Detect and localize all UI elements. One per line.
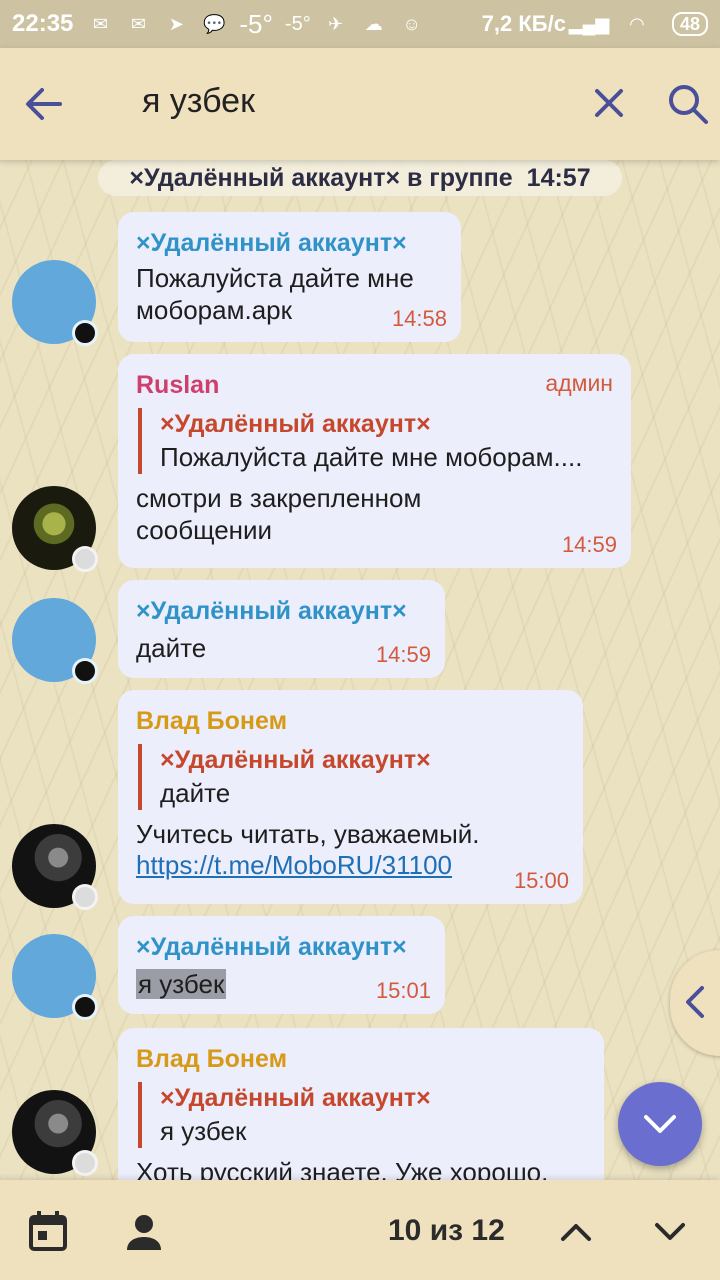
message-sender: ×Удалённый аккаунт×	[136, 933, 407, 961]
admin-badge: админ	[545, 370, 613, 396]
search-navigation-bar: 10 из 12	[0, 1180, 720, 1280]
mail-icon: ✉	[92, 13, 108, 34]
wifi-icon: ◠	[629, 13, 645, 34]
bird-icon: ✈	[328, 13, 344, 34]
message-sender: Влад Бонем	[136, 1045, 288, 1073]
person-icon[interactable]	[124, 1212, 164, 1252]
side-panel-handle[interactable]	[670, 950, 720, 1056]
reply-quote[interactable]: ×Удалённый аккаунт× я узбек	[138, 1082, 586, 1148]
quote-sender: ×Удалённый аккаунт×	[160, 410, 431, 438]
quote-text: Пожалуйста дайте мне моборам....	[160, 442, 583, 472]
avatar[interactable]	[12, 260, 98, 346]
status-dot	[72, 320, 98, 346]
message-time: 14:58	[391, 306, 447, 331]
telegram-icon: ➤	[168, 13, 184, 34]
message-sender: Ruslan	[136, 371, 220, 399]
signal-icon: ▂▄▆	[568, 13, 610, 34]
chevron-down-icon	[644, 1115, 676, 1133]
message-time: 14:59	[561, 532, 617, 557]
back-arrow-icon[interactable]	[22, 82, 66, 126]
avatar[interactable]	[12, 598, 98, 684]
message-time: 15:01	[375, 978, 431, 1003]
chevron-down-icon[interactable]	[652, 1214, 688, 1250]
message-bubble[interactable]: Влад Бонем ×Удалённый аккаунт× дайте Учи…	[118, 690, 583, 904]
chevron-up-icon[interactable]	[558, 1214, 594, 1250]
message-link[interactable]: https://t.me/MoboRU/31100	[136, 850, 452, 880]
message-text: Хоть русский знаете. Уже хорошо.	[136, 1157, 549, 1180]
network-speed: 7,2 КБ/с	[481, 11, 566, 36]
reply-quote[interactable]: ×Удалённый аккаунт× дайте	[138, 744, 565, 810]
mail-open-icon: ✉	[130, 13, 146, 34]
status-dot	[72, 546, 98, 572]
search-result-counter: 10 из 12	[388, 1214, 505, 1247]
status-bar: 22:35 ✉ ✉ ➤ 💬 -5° -5° ✈ ☁ ☺ 7,2 КБ/с ▂▄▆…	[0, 0, 720, 48]
message-text-line: смотри в закрепленном	[136, 483, 422, 513]
message-text-line: Пожалуйста дайте мне	[136, 263, 414, 293]
scroll-down-button[interactable]	[618, 1082, 702, 1166]
message-time: 14:59	[375, 642, 431, 667]
chat-bubble-icon: 💬	[203, 13, 226, 34]
assistant-icon: ☺	[402, 13, 421, 34]
message-sender: Влад Бонем	[136, 707, 288, 735]
message-sender: ×Удалённый аккаунт×	[136, 597, 407, 625]
avatar[interactable]	[12, 1090, 98, 1176]
chat-history[interactable]: ×Удалённый аккаунт× в группе 14:57 ×Удал…	[0, 160, 720, 1180]
quote-sender: ×Удалённый аккаунт×	[160, 746, 431, 774]
search-highlight: я узбек	[136, 969, 227, 999]
avatar[interactable]	[12, 824, 98, 910]
message-text: Учитесь читать, уважаемый.	[136, 819, 480, 849]
search-input[interactable]	[142, 82, 562, 121]
quote-text: дайте	[160, 778, 231, 808]
status-dot	[72, 884, 98, 910]
status-dot	[72, 658, 98, 684]
message-bubble[interactable]: ×Удалённый аккаунт× Пожалуйста дайте мне…	[118, 212, 461, 342]
service-message: ×Удалённый аккаунт× в группе 14:57	[98, 160, 622, 196]
quote-sender: ×Удалённый аккаунт×	[160, 1084, 431, 1112]
cloud-icon: ☁	[364, 13, 383, 34]
reply-quote[interactable]: ×Удалённый аккаунт× Пожалуйста дайте мне…	[138, 408, 613, 474]
service-message-time: 14:57	[526, 163, 591, 192]
status-dot	[72, 1150, 98, 1176]
search-icon[interactable]	[666, 82, 710, 126]
clear-search-icon[interactable]	[590, 84, 628, 122]
message-sender: ×Удалённый аккаунт×	[136, 229, 407, 257]
avatar[interactable]	[12, 486, 98, 572]
battery-indicator: 48	[671, 12, 708, 36]
message-text-line: сообщении	[136, 515, 273, 545]
quote-text: я узбек	[160, 1116, 247, 1146]
status-time: 22:35	[12, 10, 74, 37]
status-dot	[72, 994, 98, 1020]
weather-temp: -5°	[239, 8, 273, 39]
service-message-text: ×Удалённый аккаунт× в группе	[129, 163, 513, 192]
message-bubble[interactable]: ×Удалённый аккаунт× дайте 14:59	[118, 580, 445, 678]
message-bubble[interactable]: Влад Бонем ×Удалённый аккаунт× я узбек Х…	[118, 1028, 604, 1180]
chevron-left-icon	[686, 986, 704, 1018]
weather-temp-small: -5°	[284, 12, 311, 35]
message-bubble[interactable]: ×Удалённый аккаунт× я узбек 15:01	[118, 916, 445, 1014]
message-time: 15:00	[513, 868, 569, 893]
calendar-icon[interactable]	[28, 1210, 68, 1252]
message-bubble[interactable]: Ruslan админ ×Удалённый аккаунт× Пожалуй…	[118, 354, 631, 568]
avatar[interactable]	[12, 934, 98, 1020]
search-app-bar	[0, 48, 720, 160]
